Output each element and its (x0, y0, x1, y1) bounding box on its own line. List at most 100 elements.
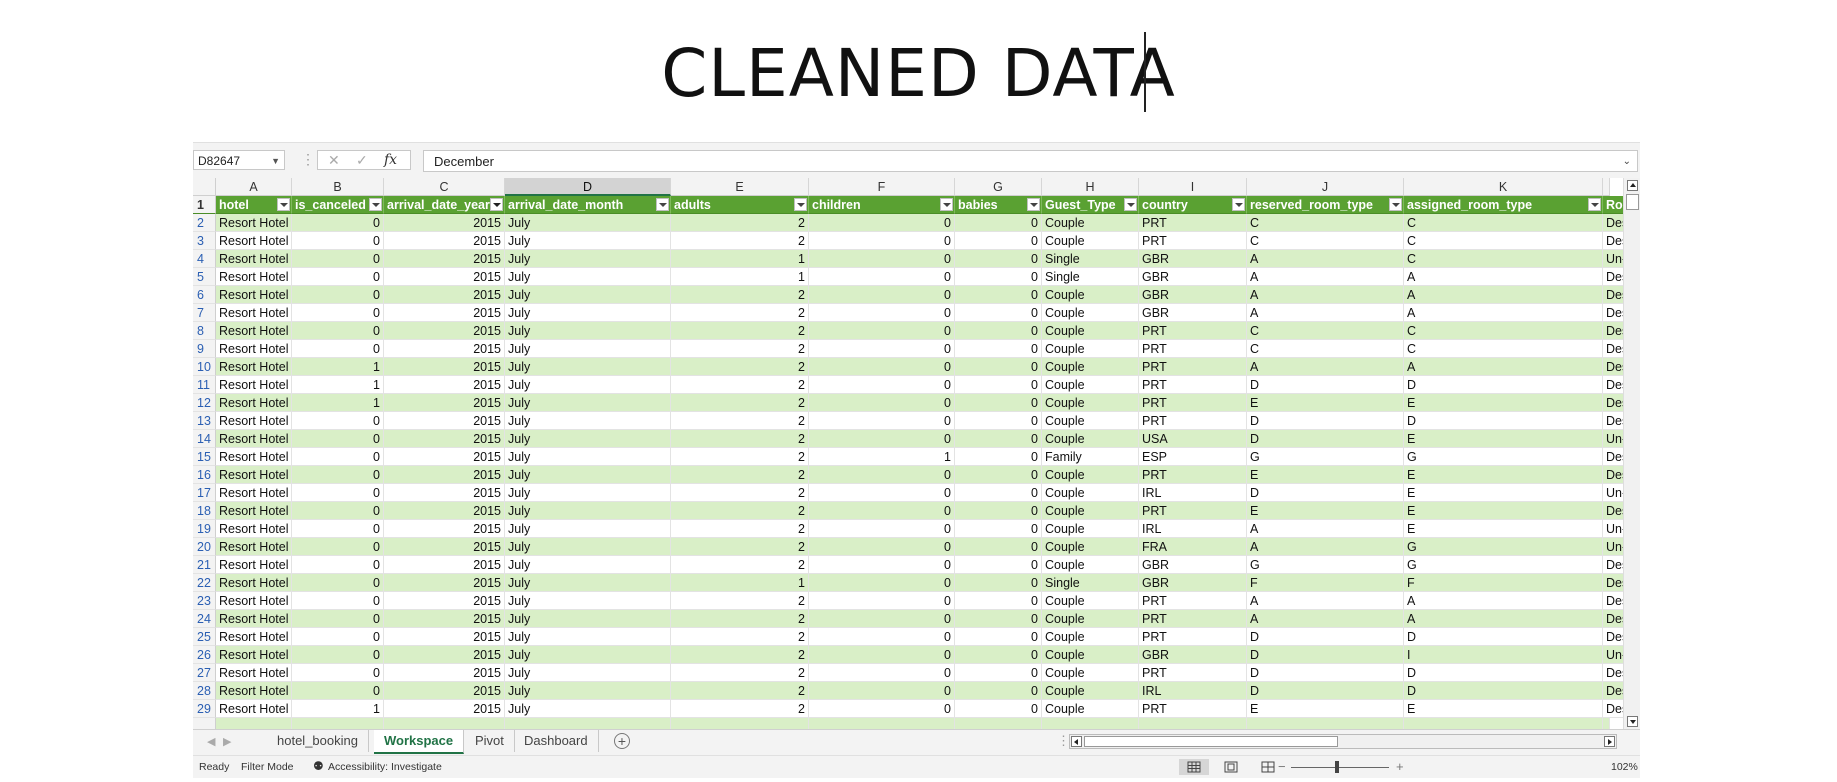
cell-guest-type[interactable]: Couple (1042, 394, 1139, 412)
cell-arrival-date-month[interactable]: July (505, 214, 671, 232)
cell-adults[interactable]: 2 (671, 592, 809, 610)
cell-is-canceled[interactable]: 1 (292, 394, 384, 412)
cell-country[interactable]: FRA (1139, 538, 1247, 556)
cell-reserved-room-type[interactable]: A (1247, 358, 1404, 376)
cell-adults[interactable]: 2 (671, 502, 809, 520)
scroll-down-icon[interactable] (1627, 716, 1638, 727)
cell-is-canceled[interactable]: 0 (292, 250, 384, 268)
cell-arrival-date-month[interactable]: July (505, 556, 671, 574)
zoom-out-button[interactable]: − (1278, 759, 1286, 774)
cell-adults[interactable]: 2 (671, 214, 809, 232)
cell-is-canceled[interactable]: 0 (292, 304, 384, 322)
cell-adults[interactable]: 2 (671, 286, 809, 304)
cell-arrival-date-year[interactable]: 2015 (384, 304, 505, 322)
zoom-slider-thumb[interactable] (1335, 761, 1339, 773)
row-number[interactable] (193, 718, 216, 729)
header-arrival-date-year[interactable]: arrival_date_year (384, 196, 505, 214)
cell-country[interactable]: GBR (1139, 250, 1247, 268)
row-number[interactable]: 17 (193, 484, 216, 502)
cell-hotel[interactable]: Resort Hotel (216, 304, 292, 322)
cell-guest-type[interactable]: Couple (1042, 520, 1139, 538)
cell-babies[interactable]: 0 (955, 358, 1042, 376)
cell-country[interactable]: GBR (1139, 268, 1247, 286)
cell-reserved-room-type[interactable]: C (1247, 214, 1404, 232)
cell-adults[interactable]: 2 (671, 682, 809, 700)
cell-is-canceled[interactable]: 1 (292, 376, 384, 394)
cell-adults[interactable]: 2 (671, 412, 809, 430)
cell-arrival-date-month[interactable]: July (505, 592, 671, 610)
cell-adults[interactable]: 2 (671, 556, 809, 574)
cell[interactable] (1603, 718, 1610, 729)
cell-hotel[interactable]: Resort Hotel (216, 592, 292, 610)
name-box[interactable]: D82647 ▼ (193, 150, 285, 170)
cell-arrival-date-year[interactable]: 2015 (384, 358, 505, 376)
cell-adults[interactable]: 2 (671, 628, 809, 646)
cell-country[interactable]: IRL (1139, 484, 1247, 502)
cell-arrival-date-month[interactable]: July (505, 358, 671, 376)
cell-guest-type[interactable]: Single (1042, 574, 1139, 592)
cell-children[interactable]: 0 (809, 214, 955, 232)
cell-arrival-date-month[interactable]: July (505, 412, 671, 430)
cell-country[interactable]: PRT (1139, 700, 1247, 718)
cell[interactable] (1042, 718, 1139, 729)
cell-arrival-date-year[interactable]: 2015 (384, 214, 505, 232)
cell-arrival-date-month[interactable]: July (505, 628, 671, 646)
cell-is-canceled[interactable]: 0 (292, 322, 384, 340)
cell-adults[interactable]: 2 (671, 394, 809, 412)
cell-arrival-date-month[interactable]: July (505, 448, 671, 466)
cell-assigned-room-type[interactable]: A (1404, 610, 1603, 628)
filter-dropdown-icon[interactable] (656, 198, 669, 211)
row-number[interactable]: 28 (193, 682, 216, 700)
normal-view-icon[interactable] (1179, 759, 1209, 775)
cell-guest-type[interactable]: Couple (1042, 502, 1139, 520)
cell-guest-type[interactable]: Couple (1042, 466, 1139, 484)
cell-guest-type[interactable]: Couple (1042, 664, 1139, 682)
cell-children[interactable]: 0 (809, 412, 955, 430)
cell-assigned-room-type[interactable]: D (1404, 682, 1603, 700)
cell-country[interactable]: PRT (1139, 214, 1247, 232)
cell-country[interactable]: PRT (1139, 628, 1247, 646)
cell-children[interactable]: 0 (809, 394, 955, 412)
cell[interactable] (1139, 718, 1247, 729)
cell-hotel[interactable]: Resort Hotel (216, 556, 292, 574)
filter-dropdown-icon[interactable] (794, 198, 807, 211)
header-adults[interactable]: adults (671, 196, 809, 214)
filter-dropdown-icon[interactable] (490, 198, 503, 211)
cell-arrival-date-month[interactable]: July (505, 394, 671, 412)
cell-reserved-room-type[interactable]: C (1247, 340, 1404, 358)
cell-children[interactable]: 0 (809, 286, 955, 304)
cell-guest-type[interactable]: Couple (1042, 556, 1139, 574)
cell-babies[interactable]: 0 (955, 448, 1042, 466)
cell-arrival-date-month[interactable]: July (505, 682, 671, 700)
row-number[interactable]: 13 (193, 412, 216, 430)
cell-hotel[interactable]: Resort Hotel (216, 322, 292, 340)
cell-adults[interactable]: 2 (671, 340, 809, 358)
cell-children[interactable]: 0 (809, 430, 955, 448)
cell-assigned-room-type[interactable]: E (1404, 520, 1603, 538)
cell-children[interactable]: 0 (809, 682, 955, 700)
cell-country[interactable]: PRT (1139, 376, 1247, 394)
cell-babies[interactable]: 0 (955, 520, 1042, 538)
cell-assigned-room-type[interactable]: E (1404, 484, 1603, 502)
cell-reserved-room-type[interactable]: E (1247, 466, 1404, 484)
zoom-in-button[interactable]: + (1396, 759, 1404, 774)
cell-arrival-date-year[interactable]: 2015 (384, 448, 505, 466)
cell-adults[interactable]: 2 (671, 664, 809, 682)
cell-hotel[interactable]: Resort Hotel (216, 646, 292, 664)
column-letter[interactable]: A (216, 178, 292, 196)
cell-guest-type[interactable]: Family (1042, 448, 1139, 466)
cell-babies[interactable]: 0 (955, 376, 1042, 394)
cell-children[interactable]: 0 (809, 628, 955, 646)
cell-hotel[interactable]: Resort Hotel (216, 538, 292, 556)
cell-babies[interactable]: 0 (955, 394, 1042, 412)
row-number[interactable]: 18 (193, 502, 216, 520)
cell-hotel[interactable]: Resort Hotel (216, 448, 292, 466)
cell-assigned-room-type[interactable]: I (1404, 646, 1603, 664)
cell-assigned-room-type[interactable]: D (1404, 412, 1603, 430)
cell-babies[interactable]: 0 (955, 250, 1042, 268)
cell-is-canceled[interactable]: 0 (292, 628, 384, 646)
cell-guest-type[interactable]: Couple (1042, 322, 1139, 340)
row-number[interactable]: 15 (193, 448, 216, 466)
cell[interactable] (505, 718, 671, 729)
cell-hotel[interactable]: Resort Hotel (216, 700, 292, 718)
